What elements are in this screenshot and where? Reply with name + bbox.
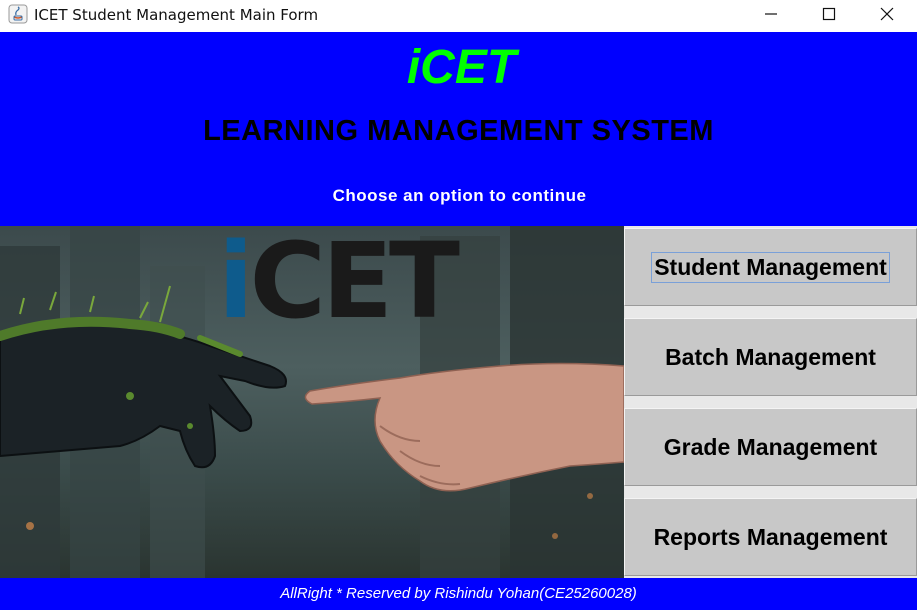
brand-title: iCET — [406, 41, 517, 94]
reports-management-label: Reports Management — [653, 523, 888, 550]
hero-image: iCET — [0, 226, 624, 578]
window-title: ICET Student Management Main Form — [34, 6, 319, 24]
student-management-label: Student Management — [651, 251, 890, 283]
grade-management-button[interactable]: Grade Management — [624, 408, 917, 486]
batch-management-button[interactable]: Batch Management — [624, 318, 917, 396]
maximize-button[interactable] — [800, 0, 858, 30]
subtitle: Choose an option to continue — [332, 186, 587, 205]
system-title: LEARNING MANAGEMENT SYSTEM — [203, 115, 714, 147]
hero-logo: iCET — [218, 226, 460, 342]
grade-management-label: Grade Management — [663, 433, 878, 460]
batch-management-label: Batch Management — [665, 343, 876, 370]
close-button[interactable] — [858, 0, 916, 30]
window-titlebar: ICET Student Management Main Form — [0, 0, 917, 32]
minimize-button[interactable] — [742, 0, 800, 30]
java-app-icon — [8, 4, 28, 24]
student-management-button[interactable]: Student Management — [624, 228, 917, 306]
header-banner: iCET LEARNING MANAGEMENT SYSTEM Choose a… — [0, 32, 917, 226]
maximize-icon — [822, 7, 836, 21]
footer-copyright: AllRight * Reserved by Rishindu Yohan(CE… — [0, 578, 917, 610]
close-icon — [880, 7, 894, 21]
main-menu: Student Management Batch Management Grad… — [624, 226, 917, 578]
reports-management-button[interactable]: Reports Management — [624, 498, 917, 576]
minimize-icon — [765, 13, 777, 15]
